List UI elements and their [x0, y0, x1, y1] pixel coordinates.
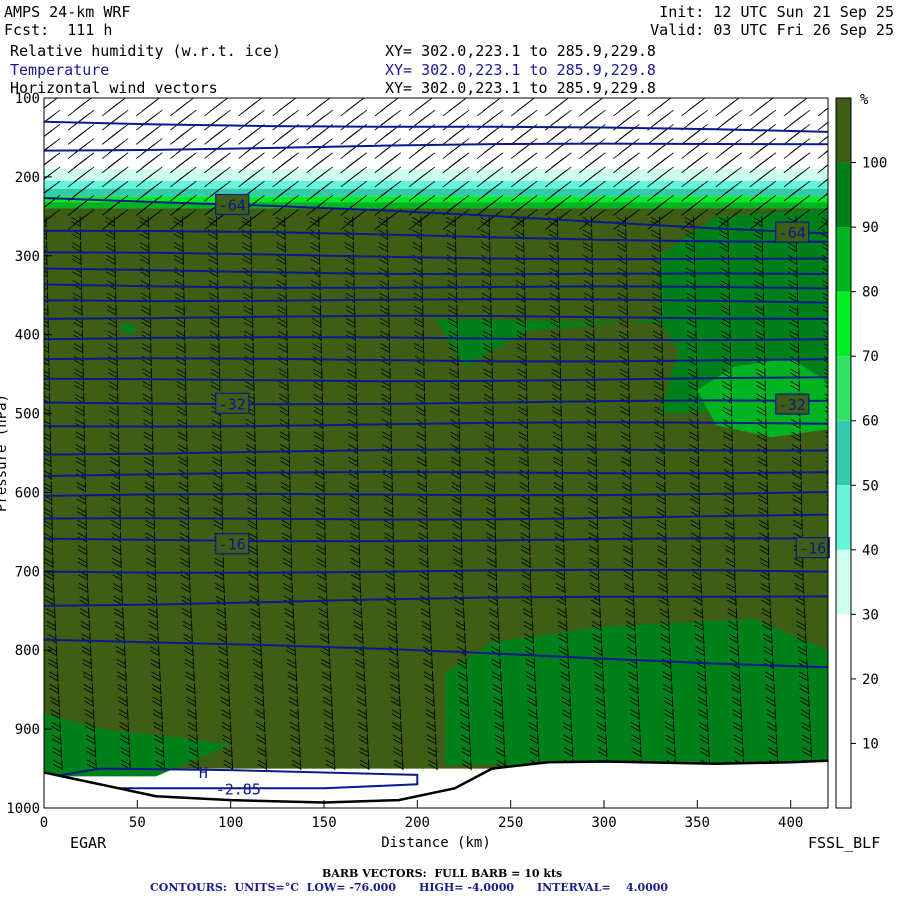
- annotation-1: -2.85: [216, 781, 261, 799]
- colorbar-tick-label: 30: [862, 607, 879, 623]
- barb-flag: [827, 192, 828, 194]
- isotherm-label-right-2: -16: [799, 540, 826, 558]
- barb-flag: [827, 519, 828, 522]
- colorbar-bin: [836, 291, 851, 357]
- colorbar-tick-label: 60: [862, 414, 879, 430]
- rh-fill: [44, 98, 828, 777]
- x-tick-label: 250: [498, 815, 523, 831]
- barb-flag: [827, 150, 828, 151]
- barb-flag: [827, 178, 828, 179]
- right-station-label: FSSL_BLF: [808, 834, 881, 852]
- isotherm-label-left-2: -64: [219, 197, 246, 215]
- colorbar-tick-label: 10: [862, 736, 879, 752]
- colorbar-unit: %: [860, 92, 869, 108]
- barb-flag: [827, 523, 828, 526]
- colorbar-tick-label: 90: [862, 220, 879, 236]
- y-tick-label: 400: [15, 328, 40, 344]
- cross-section-plot: -64 -32 -16 -64 -32 -16 H -2.85 0 50 100 150 200 250…: [0, 91, 887, 851]
- y-tick-label: 700: [15, 564, 40, 580]
- rh-band-0: [44, 98, 828, 169]
- x-tick-label: 100: [218, 815, 243, 831]
- y-tick-label: 600: [15, 485, 40, 501]
- colorbar-bin: [836, 162, 851, 228]
- colorbar-bin: [836, 743, 851, 808]
- y-tick-label: 500: [15, 407, 40, 423]
- colorbar-tick-label: 100: [862, 156, 887, 172]
- barb-vectors-note: BARB VECTORS: FULL BARB = 10 kts: [322, 867, 563, 880]
- y-tick-label: 300: [15, 249, 40, 265]
- colorbar-tick-label: 80: [862, 285, 879, 301]
- isotherm-label-right-0: -64: [779, 224, 806, 242]
- colorbar-bin: [836, 420, 851, 486]
- barb-flag: [827, 121, 828, 123]
- isotherm-label-left-18: -16: [219, 536, 246, 554]
- contours-note: CONTOURS: UNITS=°C LOW= -76.000 HIGH= -4…: [150, 881, 669, 894]
- colorbar-bin: [836, 678, 851, 744]
- colorbar-tick-label: 20: [862, 672, 879, 688]
- colorbar-bin: [836, 356, 851, 421]
- colorbar-bin: [836, 614, 851, 679]
- isotherm-label-left-12: -32: [219, 395, 246, 413]
- annotation-0: H: [199, 764, 208, 782]
- colorbar: % 10 20 30 40 50 60 70 80 90 100: [835, 92, 887, 809]
- barb-flag: [827, 206, 828, 208]
- rh-band-1: [44, 169, 828, 181]
- colorbar-bin: [836, 98, 851, 163]
- x-tick-label: 150: [311, 815, 336, 831]
- colorbar-tick-label: 70: [862, 349, 879, 365]
- colorbar-bin: [836, 485, 851, 550]
- barb-flag: [827, 135, 828, 137]
- barb-flag: [827, 221, 828, 222]
- x-tick-label: 200: [405, 815, 430, 831]
- x-tick-label: 350: [685, 815, 710, 831]
- barb-flag: [827, 164, 828, 165]
- left-station-label: EGAR: [70, 834, 107, 852]
- x-tick-label: 0: [40, 815, 48, 831]
- x-axis-label: Distance (km): [381, 835, 491, 851]
- y-tick-label: 200: [15, 170, 40, 186]
- colorbar-tick-label: 40: [862, 543, 879, 559]
- x-tick-label: 400: [778, 815, 803, 831]
- y-tick-label: 100: [15, 91, 40, 107]
- x-tick-label: 300: [591, 815, 616, 831]
- y-tick-label: 800: [15, 643, 40, 659]
- isotherm-label-right-1: -32: [779, 396, 806, 414]
- colorbar-tick-label: 50: [862, 478, 879, 494]
- y-tick-label: 900: [15, 722, 40, 738]
- colorbar-bin: [836, 549, 851, 615]
- y-tick-label: 1000: [6, 801, 40, 817]
- colorbar-bin: [836, 227, 851, 292]
- barb-flag: [827, 107, 828, 108]
- y-axis-label: Pressure (hPa): [0, 394, 10, 512]
- x-tick-label: 50: [129, 815, 146, 831]
